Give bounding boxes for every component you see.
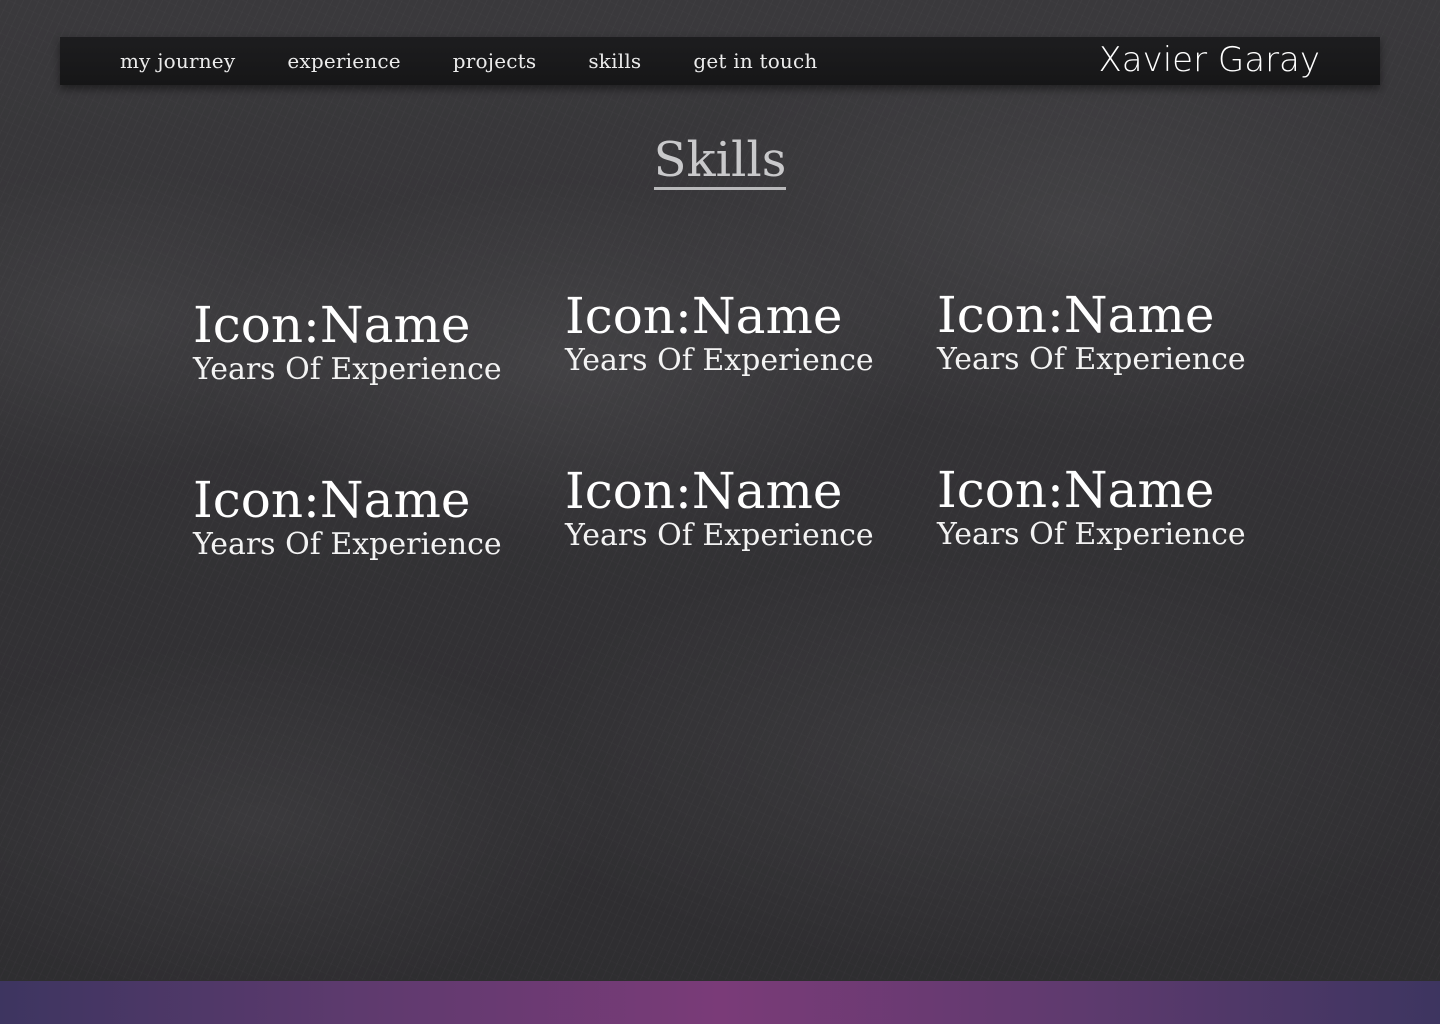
skill-years: Years Of Experience [565, 343, 874, 378]
skill-name: Icon:Name [565, 462, 843, 520]
skill-years: Years Of Experience [565, 518, 874, 553]
nav-link-experience[interactable]: experience [287, 49, 400, 73]
brand-name[interactable]: Xavier Garay [1098, 37, 1320, 85]
skill-name: Icon:Name [565, 287, 843, 345]
skill-card: Icon:Name Years Of Experience [937, 463, 1277, 553]
skill-years: Years Of Experience [193, 352, 502, 387]
skill-name: Icon:Name [193, 296, 471, 354]
nav-link-my-journey[interactable]: my journey [120, 49, 235, 73]
footer-bar [0, 981, 1440, 1024]
skill-card: Icon:Name Years Of Experience [565, 464, 905, 554]
page-title-text: Skills [653, 132, 787, 190]
skill-card: Icon:Name Years Of Experience [193, 473, 533, 563]
nav-link-skills[interactable]: skills [588, 49, 641, 73]
nav-link-get-in-touch[interactable]: get in touch [693, 49, 817, 73]
top-navbar: my journey experience projects skills ge… [60, 37, 1380, 85]
nav-link-projects[interactable]: projects [453, 49, 537, 73]
skill-card: Icon:Name Years Of Experience [565, 289, 905, 379]
skill-name: Icon:Name [193, 471, 471, 529]
skill-years: Years Of Experience [937, 342, 1246, 377]
skill-card: Icon:Name Years Of Experience [193, 298, 533, 388]
skill-years: Years Of Experience [937, 517, 1246, 552]
skill-card: Icon:Name Years Of Experience [937, 288, 1277, 378]
skill-name: Icon:Name [937, 461, 1215, 519]
page-title: Skills [0, 132, 1440, 190]
skill-years: Years Of Experience [193, 527, 502, 562]
nav-links: my journey experience projects skills ge… [120, 37, 870, 85]
skill-name: Icon:Name [937, 286, 1215, 344]
